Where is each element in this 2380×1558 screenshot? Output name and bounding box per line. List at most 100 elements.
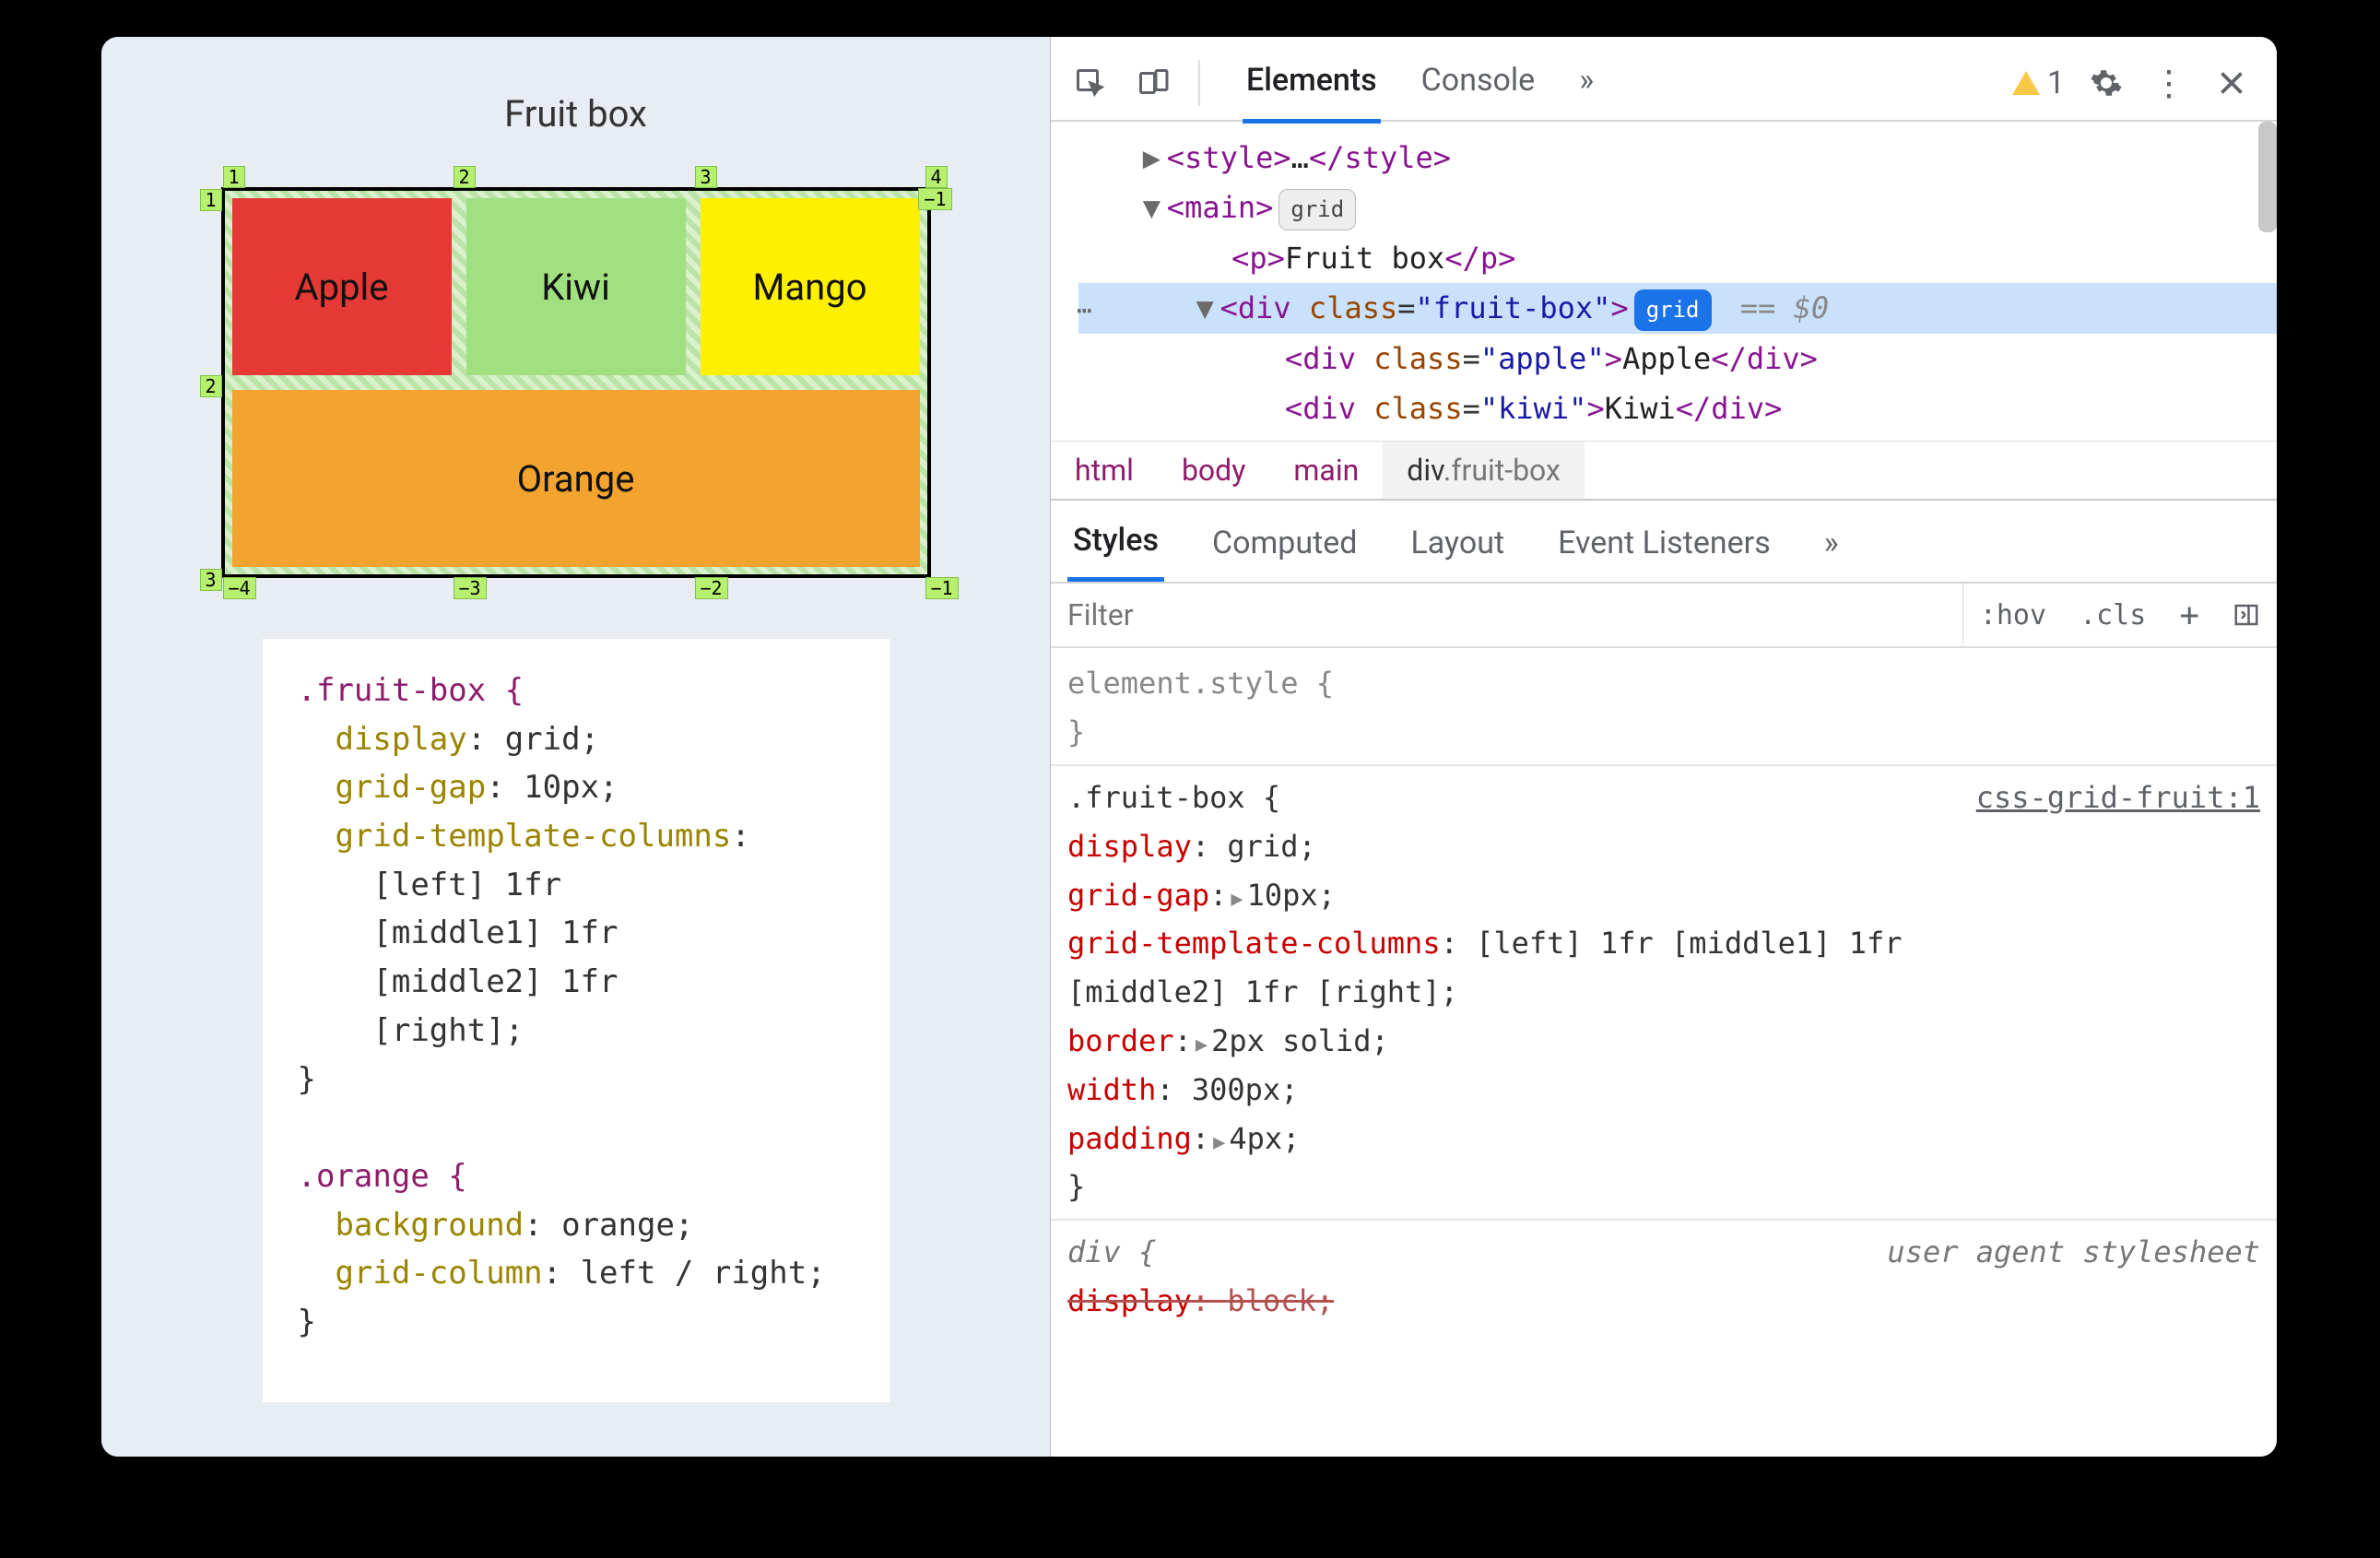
dom-attrv: "apple" bbox=[1480, 341, 1605, 376]
dom-attr: class bbox=[1309, 290, 1397, 325]
styles-filter-input[interactable] bbox=[1051, 584, 1963, 646]
fruit-box-grid[interactable]: Apple Kiwi Mango Orange bbox=[221, 187, 931, 578]
grid-badge[interactable]: grid bbox=[1278, 189, 1356, 230]
expand-arrow-icon[interactable]: ▶ bbox=[1213, 1131, 1225, 1154]
decl-val: block bbox=[1227, 1283, 1315, 1318]
dom-line-selected[interactable]: ▼<div class="fruit-box">grid == $0 bbox=[1078, 283, 2277, 333]
settings-gear-icon[interactable] bbox=[2085, 62, 2127, 104]
dom-tag: <main> bbox=[1167, 190, 1274, 225]
bc-class: .fruit-box bbox=[1443, 453, 1561, 488]
grid-col-label-4: 4 bbox=[925, 166, 948, 188]
tab-console[interactable]: Console bbox=[1418, 43, 1539, 124]
app-window: Fruit box 1 2 3 4 −1 1 2 3 −4 −3 −2 −1 A… bbox=[101, 37, 2277, 1457]
expand-arrow-icon[interactable]: ▶ bbox=[1231, 888, 1243, 911]
device-toggle-icon[interactable] bbox=[1132, 62, 1174, 104]
grid-row-neg-1: −1 bbox=[918, 188, 951, 210]
hov-toggle[interactable]: :hov bbox=[1963, 584, 2063, 646]
breadcrumb-main[interactable]: main bbox=[1269, 442, 1383, 499]
close-icon[interactable] bbox=[2210, 62, 2253, 104]
devtools-panel: Elements Console » 1 ⋮ ▶<style>…</style>… bbox=[1051, 37, 2277, 1457]
element-style-head[interactable]: element.style { bbox=[1067, 659, 2260, 708]
decl-prop[interactable]: padding bbox=[1067, 1121, 1192, 1156]
rule-decl[interactable]: width: 300px; bbox=[1067, 1066, 2260, 1115]
dom-tag: <style> bbox=[1167, 140, 1291, 175]
cell-orange[interactable]: Orange bbox=[232, 390, 920, 567]
devtools-tabs: Elements Console » bbox=[1243, 43, 1597, 124]
tab-more[interactable]: » bbox=[1575, 43, 1597, 124]
breadcrumb-body[interactable]: body bbox=[1158, 442, 1269, 499]
decl-prop[interactable]: grid-template-columns bbox=[1067, 926, 1441, 961]
new-style-rule-icon[interactable]: + bbox=[2162, 584, 2216, 646]
decl-val[interactable]: 2px solid bbox=[1211, 1023, 1371, 1058]
rule-decl[interactable]: padding:▶4px; bbox=[1067, 1115, 2260, 1163]
tab-elements[interactable]: Elements bbox=[1243, 43, 1381, 124]
decl-prop[interactable]: grid-gap bbox=[1067, 878, 1209, 913]
cell-kiwi[interactable]: Kiwi bbox=[466, 198, 686, 375]
rule-decl-overridden[interactable]: display: block; bbox=[1067, 1277, 2260, 1326]
dom-attrv: "kiwi" bbox=[1480, 391, 1587, 426]
grid-col-label-1: 1 bbox=[223, 166, 245, 188]
rule-decl[interactable]: grid-gap:▶10px; bbox=[1067, 871, 2260, 920]
decl-val[interactable]: [left] 1fr [middle1] 1fr bbox=[1476, 926, 1902, 961]
dom-tag: </div> bbox=[1711, 341, 1818, 376]
rule-decl[interactable]: display: grid; bbox=[1067, 822, 2260, 871]
cell-mango[interactable]: Mango bbox=[701, 198, 920, 375]
warning-badge[interactable]: 1 bbox=[2012, 65, 2065, 101]
decl-prop[interactable]: display bbox=[1067, 829, 1192, 864]
decl-prop[interactable]: width bbox=[1067, 1072, 1156, 1107]
bc-tag: div bbox=[1407, 453, 1443, 488]
cell-apple[interactable]: Apple bbox=[232, 198, 452, 375]
rule-decl[interactable]: grid-template-columns: [left] 1fr [middl… bbox=[1067, 919, 2260, 968]
subtab-layout[interactable]: Layout bbox=[1405, 515, 1510, 580]
kebab-menu-icon[interactable]: ⋮ bbox=[2148, 62, 2190, 104]
css-val: [right] bbox=[372, 1012, 504, 1049]
styles-subtabs: Styles Computed Layout Event Listeners » bbox=[1051, 501, 2277, 584]
decl-val[interactable]: 4px bbox=[1229, 1121, 1282, 1156]
rule-selector[interactable]: .fruit-box { bbox=[1067, 773, 1280, 822]
expand-arrow-icon[interactable]: ▶ bbox=[1196, 1033, 1208, 1056]
dom-line[interactable]: ▼<main>grid bbox=[1078, 183, 2277, 232]
subtab-event-listeners[interactable]: Event Listeners bbox=[1552, 515, 1776, 580]
styles-rules[interactable]: element.style { } .fruit-box { css-grid-… bbox=[1051, 648, 2277, 1336]
dom-line[interactable]: <div class="kiwi">Kiwi</div> bbox=[1078, 384, 2277, 433]
inspect-element-icon[interactable] bbox=[1069, 62, 1112, 104]
dom-line[interactable]: <div class="apple">Apple</div> bbox=[1078, 334, 2277, 384]
css-val: [middle1] 1fr bbox=[372, 915, 618, 951]
css-prop: background bbox=[335, 1207, 524, 1244]
grid-col-label-3: 3 bbox=[695, 166, 717, 188]
css-prop: grid-template-columns bbox=[335, 818, 731, 855]
decl-val[interactable]: 300px bbox=[1192, 1072, 1280, 1107]
user-agent-rule-head: div { user agent stylesheet bbox=[1067, 1228, 2260, 1277]
breadcrumb-html[interactable]: html bbox=[1051, 442, 1158, 499]
dom-tree[interactable]: ▶<style>…</style> ▼<main>grid <p>Fruit b… bbox=[1051, 122, 2277, 441]
rule-decl[interactable]: border:▶2px solid; bbox=[1067, 1017, 2260, 1066]
grid-badge-active[interactable]: grid bbox=[1634, 289, 1712, 331]
grid-col-neg-1: −1 bbox=[925, 577, 959, 599]
css-sel-2: .orange { bbox=[298, 1158, 467, 1195]
subtab-styles[interactable]: Styles bbox=[1067, 513, 1164, 582]
dom-tag: </div> bbox=[1676, 391, 1783, 426]
decl-prop[interactable]: border bbox=[1067, 1023, 1174, 1058]
css-val: 10px bbox=[524, 769, 599, 806]
toggle-sidebar-icon[interactable] bbox=[2216, 584, 2277, 646]
rule-head-fruit-box[interactable]: .fruit-box { css-grid-fruit:1 bbox=[1067, 773, 2260, 822]
styles-filter-row: :hov .cls + bbox=[1051, 584, 2277, 648]
decl-val[interactable]: [middle2] 1fr [right] bbox=[1067, 974, 1441, 1009]
subtab-more[interactable]: » bbox=[1819, 515, 1844, 580]
warning-icon bbox=[2012, 71, 2040, 95]
cls-toggle[interactable]: .cls bbox=[2063, 584, 2162, 646]
rule-source-link[interactable]: css-grid-fruit:1 bbox=[1976, 773, 2260, 822]
dom-line[interactable]: ▶<style>…</style> bbox=[1078, 133, 2277, 183]
dom-attr: class bbox=[1373, 341, 1462, 376]
dom-line[interactable]: <p>Fruit box</p> bbox=[1078, 233, 2277, 283]
decl-val[interactable]: 10px bbox=[1247, 878, 1318, 913]
dom-attrv: "fruit-box" bbox=[1416, 290, 1611, 325]
subtab-computed[interactable]: Computed bbox=[1207, 515, 1363, 580]
rule-separator bbox=[1051, 764, 2277, 766]
dom-attr: class bbox=[1373, 391, 1462, 426]
rule-close: } bbox=[1067, 1163, 2260, 1211]
decl-val[interactable]: grid bbox=[1227, 829, 1298, 864]
rule-decl-cont[interactable]: [middle2] 1fr [right]; bbox=[1067, 968, 2260, 1017]
scrollbar-thumb[interactable] bbox=[2258, 122, 2277, 232]
breadcrumb-div-fruit-box[interactable]: div.fruit-box bbox=[1383, 442, 1585, 499]
